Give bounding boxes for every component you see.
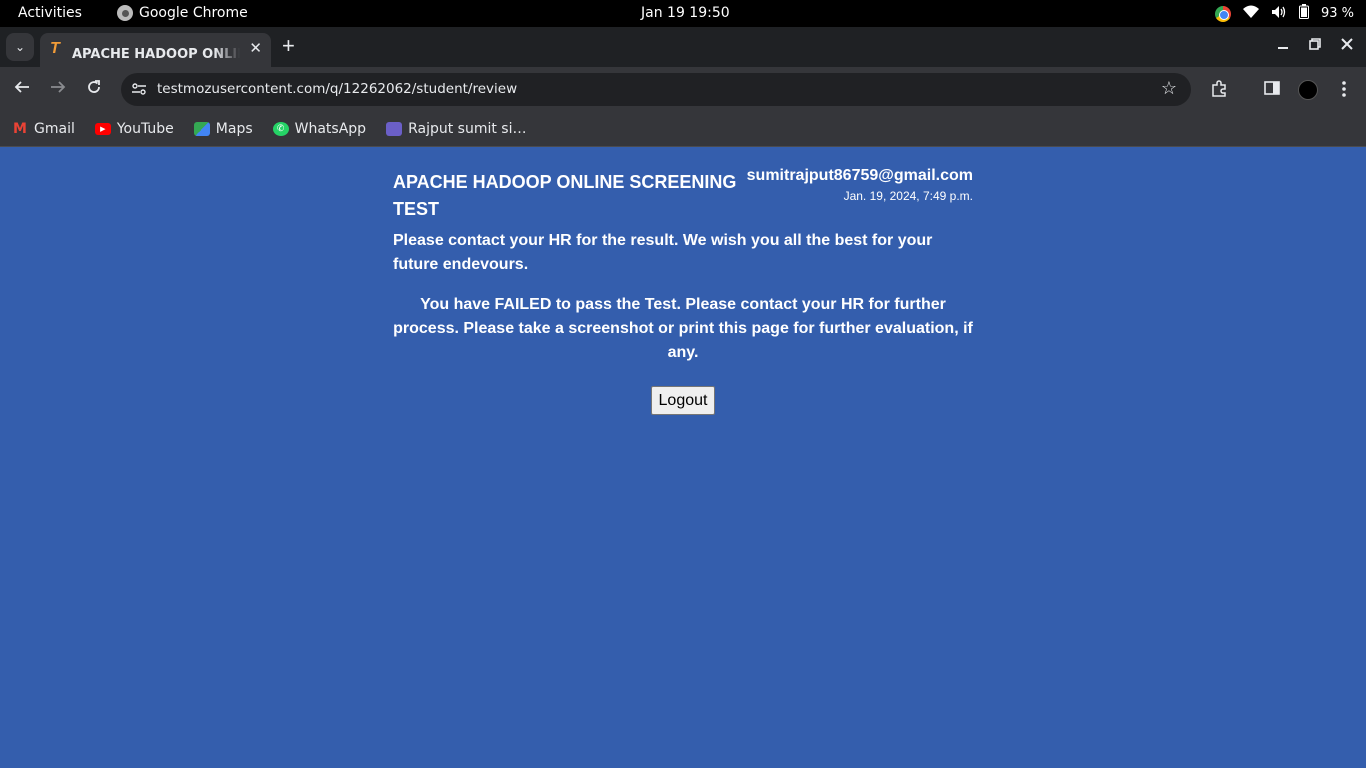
new-tab-button[interactable]: + [282, 35, 295, 57]
bookmark-label: YouTube [116, 121, 174, 137]
reload-button[interactable] [86, 79, 102, 98]
tab-strip: ⌄ T APACHE HADOOP ONLINE SCREENING TEST … [0, 27, 1366, 67]
close-window-icon[interactable] [1341, 37, 1353, 53]
chevron-down-icon: ⌄ [14, 40, 26, 54]
side-panel-icon[interactable] [1264, 80, 1280, 101]
more-menu-icon[interactable] [1341, 80, 1347, 103]
app-name: Google Chrome [139, 5, 248, 21]
bookmark-whatsapp[interactable]: ✆ WhatsApp [272, 121, 367, 137]
logout-button[interactable]: Logout [651, 386, 715, 415]
forward-arrow-icon [51, 81, 66, 93]
bookmark-label: Gmail [34, 121, 75, 137]
volume-icon [1271, 5, 1287, 23]
whatsapp-icon: ✆ [272, 122, 289, 136]
battery-percent: 93 % [1320, 6, 1354, 21]
wifi-icon [1242, 5, 1259, 23]
youtube-icon: ▶ [94, 123, 111, 135]
system-tray[interactable]: 93 % [1214, 4, 1354, 23]
bookmark-star-icon[interactable]: ☆ [1161, 78, 1177, 99]
submission-datetime: Jan. 19, 2024, 7:49 p.m. [843, 189, 973, 203]
browser-toolbar: testmozusercontent.com/q/12262062/studen… [0, 67, 1366, 112]
app-menu[interactable]: Google Chrome [117, 5, 248, 21]
tab-active[interactable]: T APACHE HADOOP ONLINE SCREENING TEST ✕ [40, 33, 271, 67]
bookmark-maps[interactable]: Maps [193, 121, 253, 137]
profile-avatar[interactable] [1298, 80, 1318, 100]
contact-hr-message: Please contact your HR for the result. W… [393, 232, 933, 273]
tab-search-button[interactable]: ⌄ [6, 33, 34, 61]
system-top-bar: Activities Google Chrome Jan 19 19:50 93… [0, 0, 1366, 27]
bookmarks-bar: M Gmail ▶ YouTube Maps ✆ WhatsApp Rajput… [0, 112, 1366, 147]
address-bar[interactable]: testmozusercontent.com/q/12262062/studen… [121, 73, 1191, 106]
bookmark-page-icon [386, 122, 403, 136]
chrome-app-icon [117, 5, 133, 21]
extensions-icon[interactable] [1210, 80, 1228, 103]
bookmark-gmail[interactable]: M Gmail [12, 121, 75, 137]
testmoz-favicon-icon: T [50, 40, 60, 57]
site-info-icon[interactable] [131, 81, 147, 97]
bookmark-label: WhatsApp [294, 121, 367, 137]
minimize-icon[interactable] [1277, 37, 1289, 53]
clock[interactable]: Jan 19 19:50 [641, 5, 730, 21]
battery-icon [1298, 4, 1309, 23]
bookmark-youtube[interactable]: ▶ YouTube [94, 121, 174, 137]
result-message: You have FAILED to pass the Test. Please… [393, 296, 973, 361]
back-arrow-icon [14, 81, 29, 93]
url-text[interactable]: testmozusercontent.com/q/12262062/studen… [157, 81, 517, 97]
bookmark-label: Maps [215, 121, 253, 137]
forward-button[interactable] [50, 79, 66, 98]
user-email: sumitrajput86759@gmail.com [746, 167, 973, 184]
chrome-tray-icon[interactable] [1214, 5, 1231, 22]
test-title: APACHE HADOOP ONLINE SCREENING TEST [393, 172, 737, 219]
bookmark-rajput[interactable]: Rajput sumit si… [386, 121, 526, 137]
tab-title: APACHE HADOOP ONLINE SCREENING TEST [72, 47, 240, 62]
bookmark-label: Rajput sumit si… [408, 121, 527, 137]
reload-icon [88, 80, 100, 93]
back-button[interactable] [14, 79, 30, 98]
maps-icon [193, 122, 210, 136]
activities-button[interactable]: Activities [18, 5, 82, 21]
close-tab-icon[interactable]: ✕ [249, 39, 262, 57]
restore-icon[interactable] [1309, 37, 1321, 53]
page-body: APACHE HADOOP ONLINE SCREENING TEST sumi… [0, 148, 1366, 768]
gmail-icon: M [13, 121, 27, 137]
